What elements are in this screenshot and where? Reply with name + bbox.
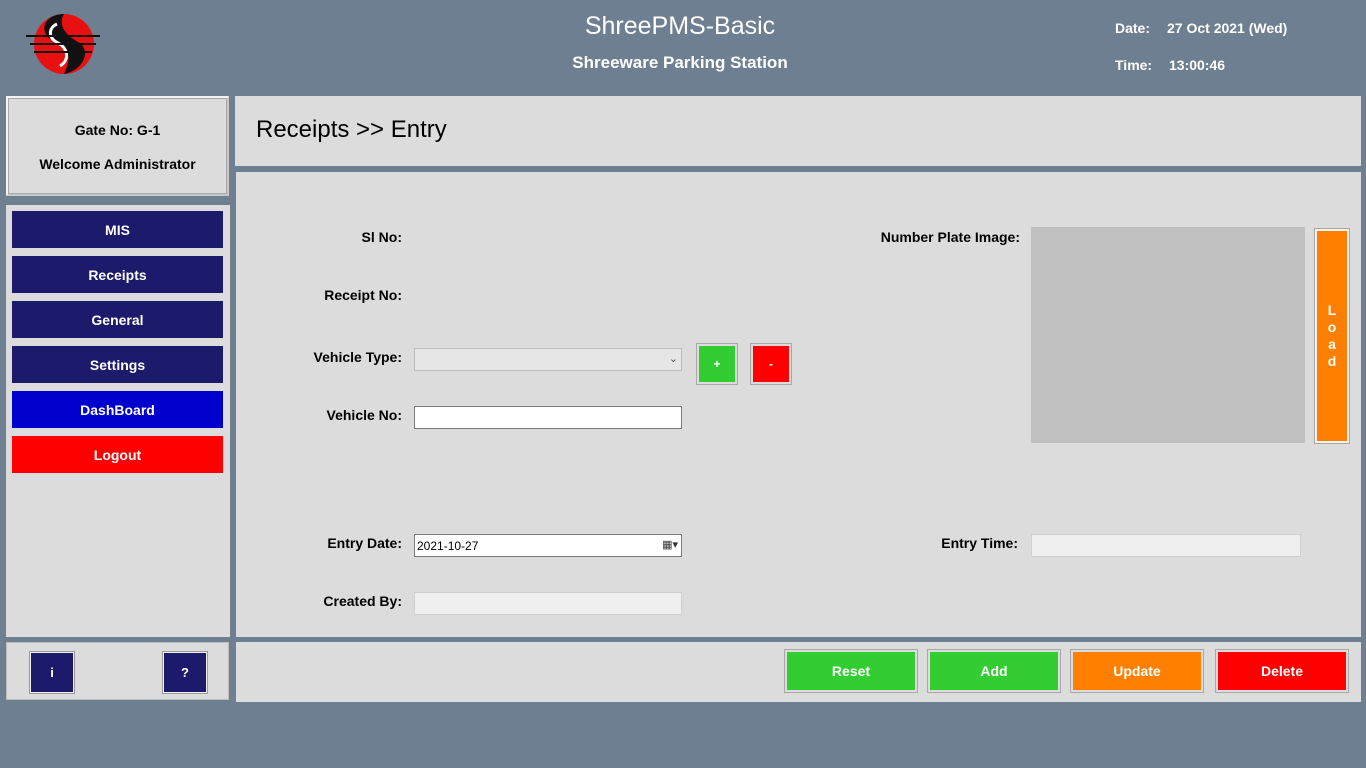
update-button-label: Update: [1073, 652, 1201, 690]
created-by-label: Created By:: [323, 593, 402, 609]
load-image-button[interactable]: L o a d: [1315, 229, 1349, 443]
sidebar-item-receipts[interactable]: Receipts: [12, 256, 223, 293]
action-bar: Reset Add Update Delete: [236, 642, 1361, 702]
help-button[interactable]: ?: [163, 652, 207, 693]
welcome-message: Welcome Administrator: [39, 156, 196, 172]
date-value: 27 Oct 2021 (Wed): [1167, 20, 1288, 36]
delete-button-label: Delete: [1218, 652, 1346, 690]
minus-icon: -: [753, 346, 789, 382]
receipt-no-label: Receipt No:: [324, 287, 402, 303]
created-by-field: [414, 592, 682, 615]
info-button[interactable]: i: [30, 652, 74, 693]
delete-button[interactable]: Delete: [1215, 649, 1349, 693]
vehicle-no-input[interactable]: [414, 406, 682, 429]
breadcrumb: Receipts >> Entry: [256, 116, 447, 143]
sl-no-label: Sl No:: [361, 229, 402, 245]
number-plate-label: Number Plate Image:: [880, 229, 1020, 245]
entry-time-label: Entry Time:: [941, 535, 1018, 551]
chevron-down-icon: ⌄: [668, 353, 678, 365]
sidebar-item-settings[interactable]: Settings: [12, 346, 223, 383]
load-letter: d: [1327, 353, 1337, 369]
add-button-label: Add: [930, 652, 1058, 690]
calendar-dropdown-icon[interactable]: ▦▾: [662, 538, 678, 551]
load-letter: L: [1327, 302, 1337, 318]
gate-number: Gate No: G-1: [74, 122, 161, 138]
sidebar-item-dashboard[interactable]: DashBoard: [12, 391, 223, 428]
app-subtitle: Shreeware Parking Station: [572, 53, 788, 72]
footer-bar: [0, 706, 1366, 768]
entry-date-picker[interactable]: 2021-10-27 ▦▾: [414, 534, 682, 557]
reset-button[interactable]: Reset: [784, 649, 918, 693]
logout-button[interactable]: Logout: [12, 436, 223, 473]
app-title: ShreePMS-Basic: [584, 12, 776, 40]
receipt-entry-form: Sl No: Receipt No: Vehicle Type: ⌄ + - V…: [236, 172, 1361, 637]
plus-icon: +: [699, 346, 735, 382]
add-button[interactable]: Add: [927, 649, 1061, 693]
entry-time-field: [1031, 534, 1301, 557]
reset-button-label: Reset: [787, 652, 915, 690]
user-info-panel: Gate No: G-1 Welcome Administrator: [6, 96, 229, 196]
load-letter: o: [1327, 319, 1337, 335]
utility-panel: i ?: [6, 642, 229, 700]
vehicle-type-label: Vehicle Type:: [313, 349, 402, 365]
number-plate-image: [1031, 227, 1305, 443]
remove-vehicle-type-button[interactable]: -: [750, 343, 792, 385]
load-letter: a: [1328, 336, 1336, 352]
entry-date-value: 2021-10-27: [417, 539, 479, 553]
sidebar-item-general[interactable]: General: [12, 301, 223, 338]
time-value: 13:00:46: [1169, 57, 1226, 73]
add-vehicle-type-button[interactable]: +: [696, 343, 738, 385]
time-label: Time:: [1115, 57, 1153, 73]
sidebar-item-mis[interactable]: MIS: [12, 211, 223, 248]
shreeware-logo-icon: [24, 10, 102, 78]
entry-date-label: Entry Date:: [327, 535, 402, 551]
breadcrumb-panel: Receipts >> Entry: [235, 96, 1361, 166]
app-header: ShreePMS-Basic Shreeware Parking Station…: [0, 0, 1366, 90]
date-label: Date:: [1115, 20, 1151, 36]
vehicle-type-select[interactable]: ⌄: [414, 348, 682, 371]
update-button[interactable]: Update: [1070, 649, 1204, 693]
sidebar-nav: MIS Receipts General Settings DashBoard …: [6, 205, 230, 637]
vehicle-no-label: Vehicle No:: [326, 407, 402, 423]
